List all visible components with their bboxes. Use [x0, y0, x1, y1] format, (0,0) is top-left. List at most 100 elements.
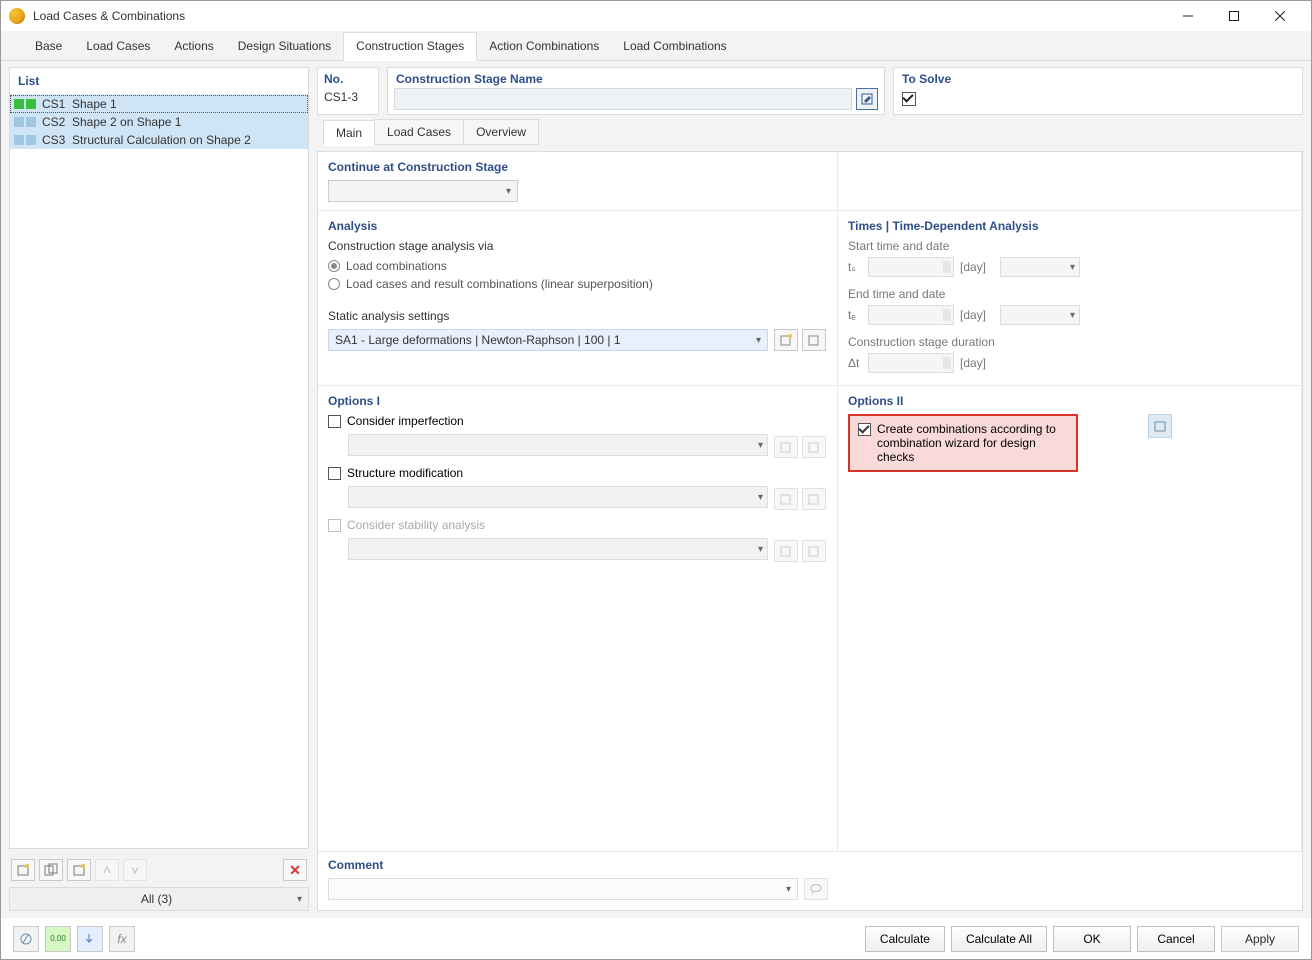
wizard-settings-button[interactable] [1148, 414, 1172, 438]
ts-input[interactable] [868, 257, 954, 277]
te-input[interactable] [868, 305, 954, 325]
help-button[interactable] [13, 926, 39, 952]
edit-imperfection-button [802, 436, 826, 458]
new-structure-mod-button [774, 488, 798, 510]
tab-design-situations[interactable]: Design Situations [226, 33, 343, 60]
list-panel: List CS1 Shape 1 CS2 Shape 2 on Shape 1 [9, 67, 309, 849]
close-button[interactable] [1257, 1, 1303, 31]
structure-mod-select[interactable]: ▾ [348, 486, 768, 508]
checkbox-icon [858, 423, 871, 436]
combination-wizard-callout[interactable]: Create combinations according to combina… [848, 414, 1078, 472]
option-label: Consider stability analysis [347, 518, 485, 532]
chevron-down-icon: ▾ [786, 884, 791, 895]
stage-name-box: Construction Stage Name [387, 67, 885, 115]
tab-action-combinations[interactable]: Action Combinations [477, 33, 611, 60]
to-solve-label: To Solve [894, 68, 1302, 86]
footer: 0.00 fx Calculate Calculate All OK Cance… [1, 917, 1311, 959]
list-row-name: Shape 2 on Shape 1 [72, 115, 304, 129]
list-row[interactable]: CS3 Structural Calculation on Shape 2 [10, 131, 308, 149]
list-row[interactable]: CS2 Shape 2 on Shape 1 [10, 113, 308, 131]
chevron-down-icon: ▾ [758, 544, 763, 555]
rename-button[interactable] [856, 88, 878, 110]
continue-stage-select[interactable]: ▾ [328, 180, 518, 202]
comment-library-button[interactable] [804, 878, 828, 900]
main-panel: Continue at Construction Stage ▾ Analysi… [317, 151, 1303, 911]
copy-special-button[interactable] [67, 859, 91, 881]
analysis-via-label: Construction stage analysis via [328, 239, 827, 253]
window: Load Cases & Combinations Base Load Case… [0, 0, 1312, 960]
tab-base[interactable]: Base [23, 33, 74, 60]
tab-load-cases[interactable]: Load Cases [74, 33, 162, 60]
radio-load-combinations[interactable]: Load combinations [328, 259, 827, 273]
chevron-down-icon: ▾ [758, 492, 763, 503]
list-row-id: CS3 [42, 133, 66, 147]
copy-item-button[interactable] [39, 859, 63, 881]
comment-input[interactable]: ▾ [328, 878, 798, 900]
structure-modification-check[interactable]: Structure modification [328, 466, 827, 480]
chevron-down-icon: ▾ [758, 440, 763, 451]
maximize-button[interactable] [1211, 1, 1257, 31]
filter-label: All (3) [16, 892, 297, 906]
right-column: No. CS1-3 Construction Stage Name To Sol… [317, 67, 1303, 911]
radio-icon [328, 278, 340, 290]
ts-unit: [day] [960, 260, 994, 274]
edit-structure-mod-button [802, 488, 826, 510]
tab-actions[interactable]: Actions [162, 33, 225, 60]
ok-button[interactable]: OK [1053, 926, 1131, 952]
inner-tab-overview[interactable]: Overview [463, 119, 539, 145]
new-imperfection-button [774, 436, 798, 458]
list-body[interactable]: CS1 Shape 1 CS2 Shape 2 on Shape 1 CS3 S… [10, 95, 308, 848]
calculate-all-button[interactable]: Calculate All [951, 926, 1047, 952]
dt-input[interactable] [868, 353, 954, 373]
consider-imperfection-check[interactable]: Consider imperfection [328, 414, 827, 428]
list-filter[interactable]: All (3) ▾ [9, 887, 309, 911]
options2-cell: Options II Create combinations according… [838, 386, 1302, 852]
inner-tab-main[interactable]: Main [323, 120, 375, 146]
dt-symbol: Δt [848, 356, 862, 370]
stage-number-box: No. CS1-3 [317, 67, 379, 115]
stage-name-input[interactable] [394, 88, 852, 110]
empty-cell [838, 152, 1302, 211]
radio-icon [328, 260, 340, 272]
duration-label: Construction stage duration [848, 335, 1291, 349]
comment-title: Comment [328, 858, 1292, 872]
continue-title: Continue at Construction Stage [328, 160, 827, 174]
tab-construction-stages[interactable]: Construction Stages [343, 32, 477, 61]
list-row-id: CS2 [42, 115, 66, 129]
edit-stability-button [802, 540, 826, 562]
main-tabs: Base Load Cases Actions Design Situation… [1, 31, 1311, 61]
to-solve-checkbox[interactable] [902, 92, 916, 106]
new-analysis-settings-button[interactable] [774, 329, 798, 351]
minimize-button[interactable] [1165, 1, 1211, 31]
tab-load-combinations[interactable]: Load Combinations [611, 33, 738, 60]
pick-button[interactable] [77, 926, 103, 952]
edit-analysis-settings-button[interactable] [802, 329, 826, 351]
options2-title: Options II [848, 394, 1291, 408]
start-time-label: Start time and date [848, 239, 1291, 253]
static-settings-select[interactable]: SA1 - Large deformations | Newton-Raphso… [328, 329, 768, 351]
option-label: Structure modification [347, 466, 463, 480]
move-down-button [123, 859, 147, 881]
fx-button[interactable]: fx [109, 926, 135, 952]
new-item-button[interactable] [11, 859, 35, 881]
times-cell: Times | Time-Dependent Analysis Start ti… [838, 211, 1302, 386]
units-button[interactable]: 0.00 [45, 926, 71, 952]
list-header: List [10, 68, 308, 95]
option-label: Consider imperfection [347, 414, 464, 428]
ts-symbol: tₛ [848, 260, 862, 274]
te-date-select[interactable]: ▾ [1000, 305, 1080, 325]
apply-button[interactable]: Apply [1221, 926, 1299, 952]
left-column: List CS1 Shape 1 CS2 Shape 2 on Shape 1 [9, 67, 309, 911]
radio-linear-superposition[interactable]: Load cases and result combinations (line… [328, 277, 827, 291]
options1-cell: Options I Consider imperfection ▾ [318, 386, 838, 852]
ts-date-select[interactable]: ▾ [1000, 257, 1080, 277]
calculate-button[interactable]: Calculate [865, 926, 945, 952]
stage-name-label: Construction Stage Name [388, 68, 884, 86]
cancel-button[interactable]: Cancel [1137, 926, 1215, 952]
chevron-down-icon: ▾ [756, 335, 761, 346]
list-row[interactable]: CS1 Shape 1 [10, 95, 308, 113]
inner-tab-load-cases[interactable]: Load Cases [374, 119, 464, 145]
imperfection-select[interactable]: ▾ [348, 434, 768, 456]
delete-button[interactable]: ✕ [283, 859, 307, 881]
options1-title: Options I [328, 394, 827, 408]
